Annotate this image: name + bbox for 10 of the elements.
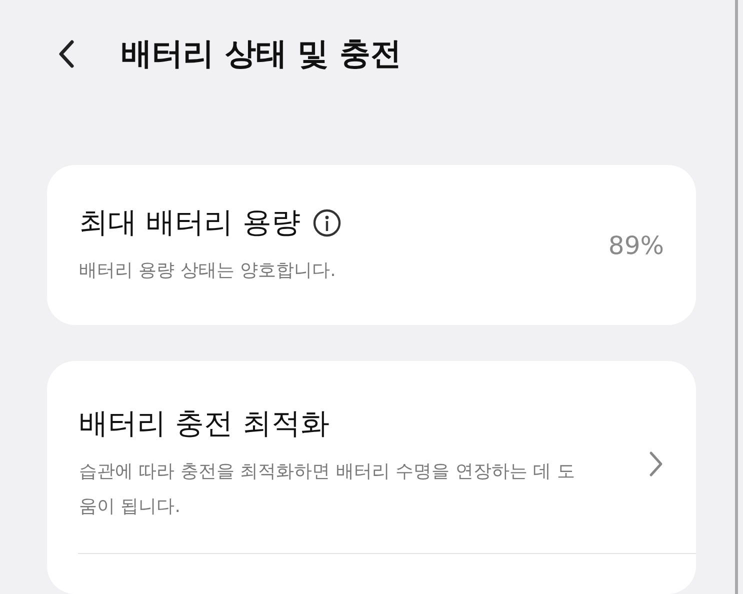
capacity-status: 배터리 용량 상태는 양호합니다. [79, 258, 337, 282]
capacity-title: 최대 배터리 용량 [79, 204, 300, 240]
back-icon [56, 39, 76, 69]
info-icon[interactable] [312, 208, 342, 238]
capacity-value: 89% [608, 230, 664, 260]
optimize-title: 배터리 충전 최적화 [79, 405, 330, 442]
optimize-card[interactable]: 배터리 충전 최적화 습관에 따라 충전을 최적화하면 배터리 수명을 연장하는 데 도움이 됩니다. [47, 361, 696, 594]
optimize-description: 습관에 따라 충전을 최적화하면 배터리 수명을 연장하는 데 도움이 됩니다. [79, 460, 576, 519]
page-title: 배터리 상태 및 충전 [121, 35, 402, 74]
chevron-right-icon [648, 450, 664, 478]
